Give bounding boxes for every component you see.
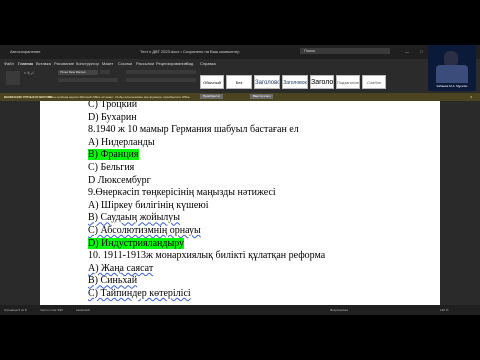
line-text: D) Бухарин [88,111,137,123]
paragraph-row-1[interactable] [126,70,196,74]
close-icon[interactable]: ✕ [470,95,473,99]
line-text: 10. 1911-1913ж монархиялық билікті құлат… [88,250,326,262]
zoom-level[interactable]: 140 % [440,308,449,312]
line-text: D) Индустрияландыру [88,237,185,249]
line-text: D Люксембург [88,174,151,186]
language[interactable]: казахский [76,308,90,312]
presenter-body [436,65,468,83]
tab-home[interactable]: Главная [18,61,33,66]
tab-mailings[interactable]: Рассылки [136,61,154,66]
page-count[interactable]: Страница 5 из 8 [4,308,27,312]
tab-layout[interactable]: Макет [102,61,113,66]
document-line: С) Бельгия [88,162,134,173]
tab-review[interactable]: Рецензирование [156,61,187,66]
document-line: В) Франция [88,149,139,161]
font-format-row[interactable] [58,78,118,82]
style-subtle-emphasis[interactable]: Слабое выдел. [362,75,386,89]
tab-design[interactable]: Конструктор [76,61,99,66]
minimize-icon[interactable]: — [405,49,409,54]
document-line: 9.Өнеркәсіп төңкерісінің маңызды нәтижес… [88,187,276,198]
ribbon-tabs: Файл Главная Вставка Рисование Конструкт… [0,59,480,67]
style-subtitle[interactable]: Подзаголовок [336,75,360,89]
line-text: А) Жаңа саясат [88,262,154,274]
document-line: 10. 1911-1913ж монархиялық билікті құлат… [88,250,325,261]
paste-icon[interactable] [6,71,20,85]
info-label: ВНИМАНИЕ! ПРОБНАЯ ВЕРСИЯ [4,95,52,99]
font-size-select[interactable] [100,70,110,74]
font-name-select[interactable]: Times New Roman [58,70,98,75]
style-no-spacing[interactable]: Без интервала [226,75,252,89]
focus-mode[interactable]: Фокусировка [330,308,348,312]
purchase-button[interactable]: Приобрести [200,94,223,99]
document-line: D) Бухарин [88,112,137,123]
webcam-caption: Кабаева М.А. Мұғалім [436,84,468,88]
line-text: С) Тайпиндер көтерілісі [88,288,191,299]
line-text: 8.1940 ж 10 мамыр Германия шабуыл бастағ… [88,124,299,136]
document-page[interactable]: С) Троцкий D) Бухарин 8.1940 ж 10 мамыр Ге… [40,101,440,305]
document-line: А) Шіркеу билігінің күшеюі [88,200,209,211]
document-line: С) Троцкий [88,101,137,110]
tab-view[interactable]: Вид [186,61,193,66]
autosave-toggle[interactable]: Автосохранение [10,49,41,54]
trial-info-bar: ВНИМАНИЕ! ПРОБНАЯ ВЕРСИЯ Ваша пробная ве… [0,93,480,101]
word-count[interactable]: Число слов: 999 [40,308,63,312]
line-text: А) Шіркеу билігінің күшеюі [88,199,209,211]
document-line: А) Нидерланды [88,137,155,148]
format-painter[interactable]: ✂ ⎘ 🖌 [24,71,34,75]
status-bar: Страница 5 из 8 Число слов: 999 казахски… [0,305,480,315]
maximize-icon[interactable]: □ [420,49,422,54]
search-input[interactable]: Поиск [300,48,390,54]
style-title[interactable]: Заголовок [310,75,334,89]
line-text: С) Абсолютизмнің орнауы [88,225,201,236]
line-text: А) Нидерланды [88,136,155,148]
tab-draw[interactable]: Рисование [54,61,74,66]
document-line: В) Синьхай [88,275,137,286]
title-bar: Автосохранение Тест к ДВТ 2023.docx • Со… [0,45,480,59]
document-title: Тест к ДВТ 2023.docx • Сохранено на Ваш … [140,49,240,54]
tab-file[interactable]: Файл [4,61,14,66]
document-line: D Люксембург [88,175,151,186]
webcam-overlay: Кабаева М.А. Мұғалім [428,45,476,91]
line-text: С) Бельгия [88,162,135,173]
style-heading-1[interactable]: Заголовок 1 [254,75,280,89]
document-line: С) Тайпиндер көтерілісі [88,288,191,299]
document-line: С) Абсолютизмнің орнауы [88,225,201,236]
line-text: В) Франция [88,149,139,161]
document-line: А) Жаңа саясат [88,263,153,274]
line-text: С) Троцкий [88,101,138,110]
style-heading-2[interactable]: Заголовок 2 [282,75,308,89]
style-normal[interactable]: Обычный [200,75,224,89]
enter-key-button[interactable]: Ввести ключ [250,94,274,99]
line-text: 9.Өнеркәсіп төңкерісінің маңызды нәтижес… [88,187,276,199]
line-text: В) Синьхай [88,275,138,287]
word-window: Автосохранение Тест к ДВТ 2023.docx • Со… [0,45,480,315]
ribbon: ✂ ⎘ 🖌 Times New Roman Обычный Без интерв… [0,67,480,94]
info-text: Ваша пробная версия Microsoft Office ист… [48,95,191,99]
tab-references[interactable]: Ссылки [118,61,132,66]
tab-insert[interactable]: Вставка [36,61,51,66]
document-line: D) Индустрияландыру [88,237,185,249]
paragraph-row-2[interactable] [126,78,196,82]
tab-help[interactable]: Справка [200,61,216,66]
document-line: В) Саудаың жойылуы [88,212,180,223]
document-line: 8.1940 ж 10 мамыр Германия шабуыл бастағ… [88,124,299,135]
line-text: В) Саудаың жойылуы [88,212,181,224]
